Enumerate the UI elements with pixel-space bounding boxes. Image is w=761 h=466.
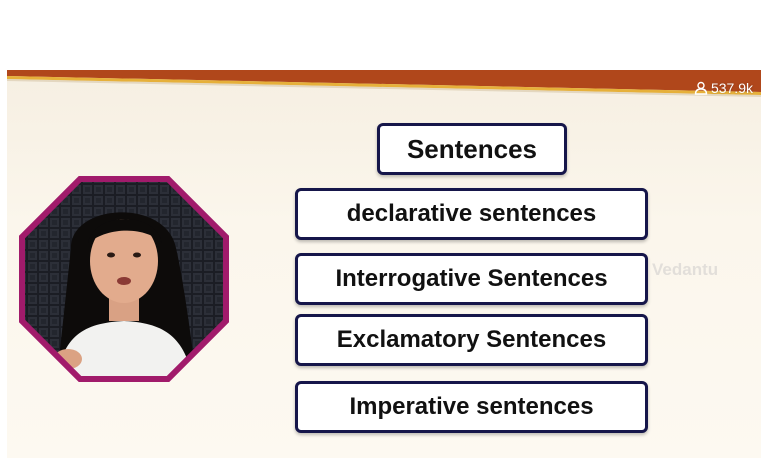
- list-item-declarative: declarative sentences: [295, 188, 648, 240]
- video-frame[interactable]: 537.9k Vedantu Sentences declarative sen…: [7, 70, 761, 458]
- page: 537.9k Vedantu Sentences declarative sen…: [0, 0, 761, 466]
- presenter-video: [19, 176, 229, 382]
- watermark: Vedantu: [652, 260, 719, 279]
- viewer-count-text: 537.9k: [710, 80, 753, 96]
- list-item-imperative: Imperative sentences: [295, 381, 648, 433]
- list-item-interrogative: Interrogative Sentences: [295, 253, 648, 305]
- slide-title: Sentences: [377, 123, 567, 175]
- person-icon: [694, 81, 708, 95]
- viewer-count: 537.9k: [694, 80, 753, 96]
- list-item-exclamatory: Exclamatory Sentences: [295, 314, 648, 366]
- slide-header-band: [7, 70, 761, 97]
